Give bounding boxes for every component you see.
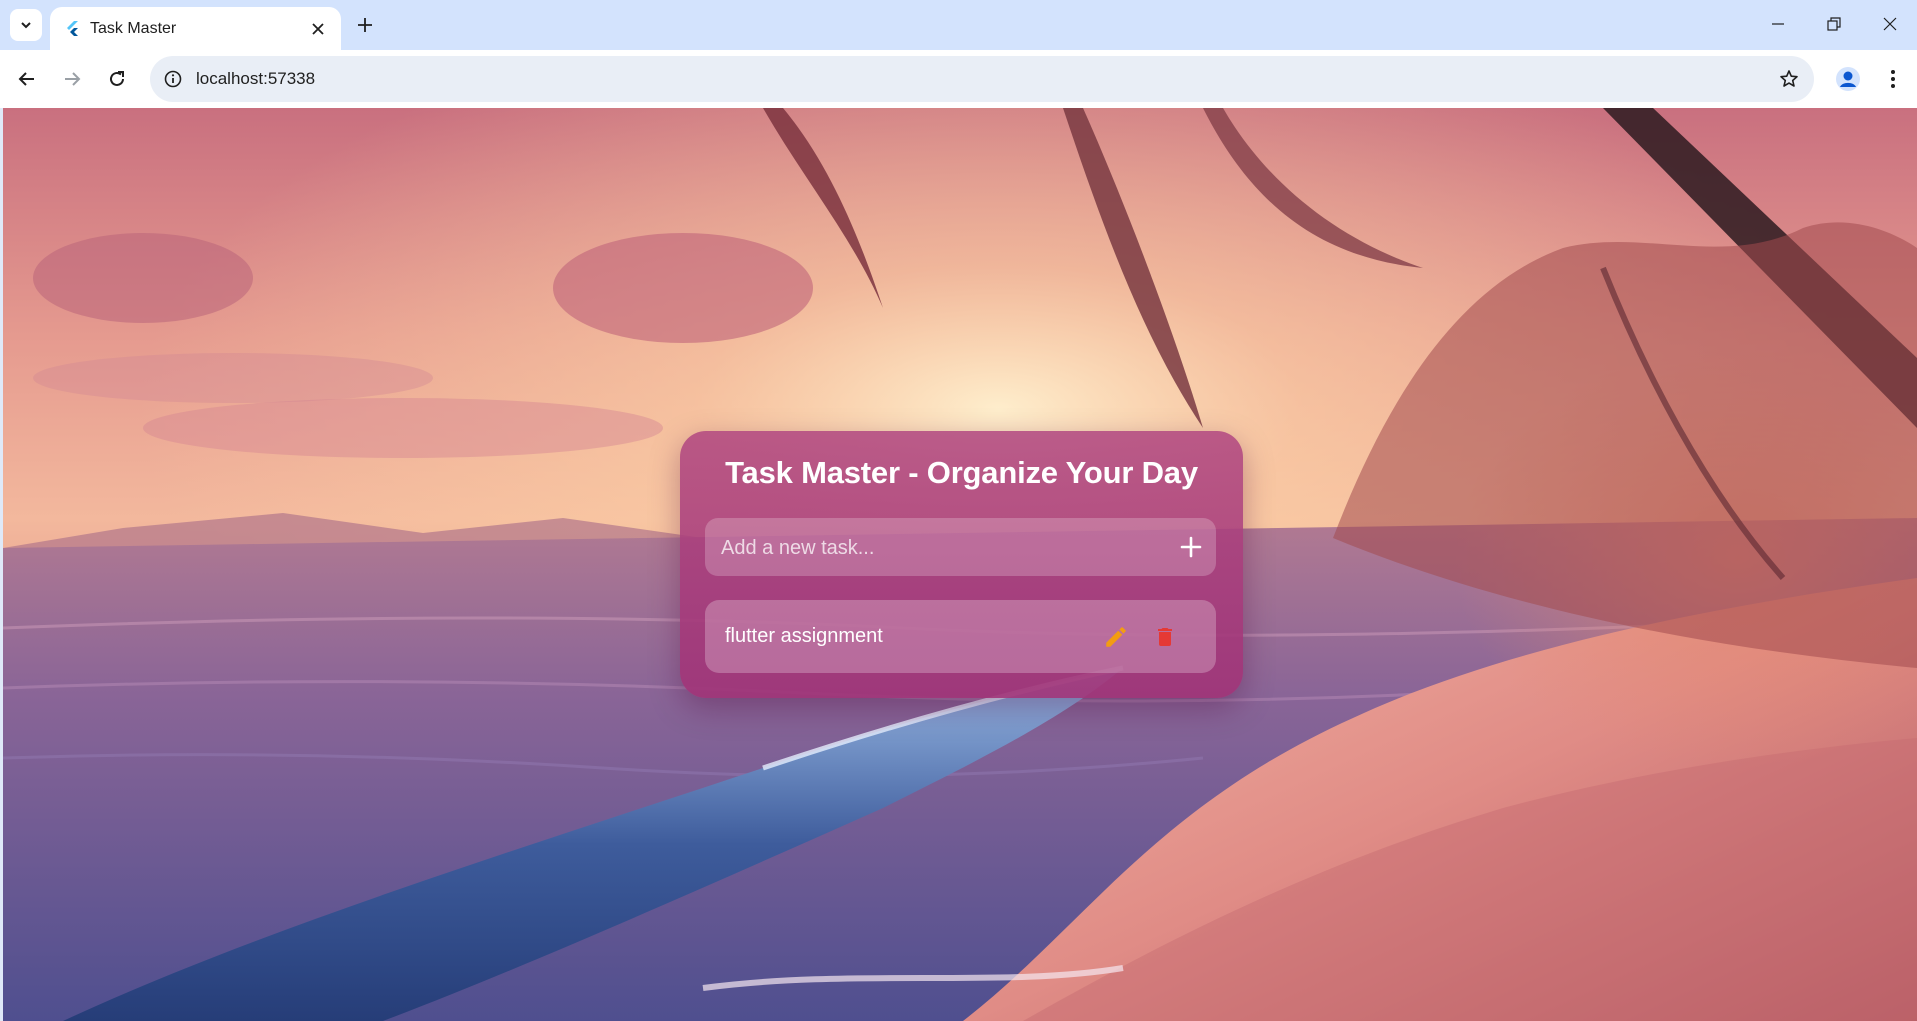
close-window-button[interactable] bbox=[1862, 0, 1917, 48]
task-label: flutter assignment bbox=[725, 625, 883, 647]
site-info-button[interactable] bbox=[158, 64, 188, 94]
pencil-icon bbox=[1106, 627, 1126, 647]
edit-task-button[interactable] bbox=[1101, 622, 1131, 652]
minimize-window-button[interactable] bbox=[1750, 0, 1806, 48]
tab-search-button[interactable] bbox=[10, 9, 42, 41]
close-icon bbox=[312, 23, 324, 35]
forward-button[interactable] bbox=[54, 61, 90, 97]
browser-tab[interactable]: Task Master bbox=[50, 7, 341, 50]
restore-window-button[interactable] bbox=[1806, 0, 1862, 48]
tab-title: Task Master bbox=[90, 20, 177, 37]
address-bar[interactable]: localhost:57338 bbox=[150, 56, 1814, 102]
arrow-left-icon bbox=[18, 72, 34, 86]
browser-tab-strip: Task Master bbox=[0, 0, 1917, 50]
avatar-icon bbox=[1836, 67, 1860, 91]
delete-task-button[interactable] bbox=[1150, 622, 1180, 652]
new-tab-button[interactable] bbox=[350, 10, 380, 40]
url-text: localhost:57338 bbox=[196, 69, 316, 88]
restore-icon bbox=[1827, 17, 1841, 31]
task-list-item[interactable]: flutter assignment bbox=[705, 600, 1216, 673]
bookmark-button[interactable] bbox=[1774, 64, 1804, 94]
app-title: Task Master - Organize Your Day bbox=[725, 455, 1198, 490]
star-icon bbox=[1780, 70, 1798, 87]
flutter-icon bbox=[67, 21, 78, 36]
add-task-row bbox=[705, 518, 1216, 578]
task-master-card: Task Master - Organize Your Day flutter … bbox=[680, 431, 1243, 698]
reload-button[interactable] bbox=[99, 61, 135, 97]
page-viewport: Task Master - Organize Your Day flutter … bbox=[3, 108, 1917, 1021]
minimize-icon bbox=[1772, 23, 1784, 25]
arrow-right-icon bbox=[65, 72, 81, 86]
plus-icon bbox=[358, 18, 372, 32]
info-icon bbox=[164, 70, 182, 88]
new-task-input[interactable] bbox=[719, 518, 1163, 578]
add-task-button[interactable] bbox=[1174, 530, 1208, 564]
profile-button[interactable] bbox=[1831, 62, 1865, 96]
plus-icon bbox=[1180, 536, 1202, 558]
reload-icon bbox=[110, 71, 124, 86]
browser-menu-button[interactable] bbox=[1876, 62, 1910, 96]
browser-toolbar: localhost:57338 bbox=[0, 50, 1917, 108]
back-button[interactable] bbox=[9, 61, 45, 97]
chevron-down-icon bbox=[21, 22, 31, 29]
close-tab-button[interactable] bbox=[307, 18, 329, 40]
close-icon bbox=[1883, 17, 1897, 31]
more-vert-icon bbox=[1891, 70, 1895, 88]
trash-icon bbox=[1158, 628, 1172, 646]
